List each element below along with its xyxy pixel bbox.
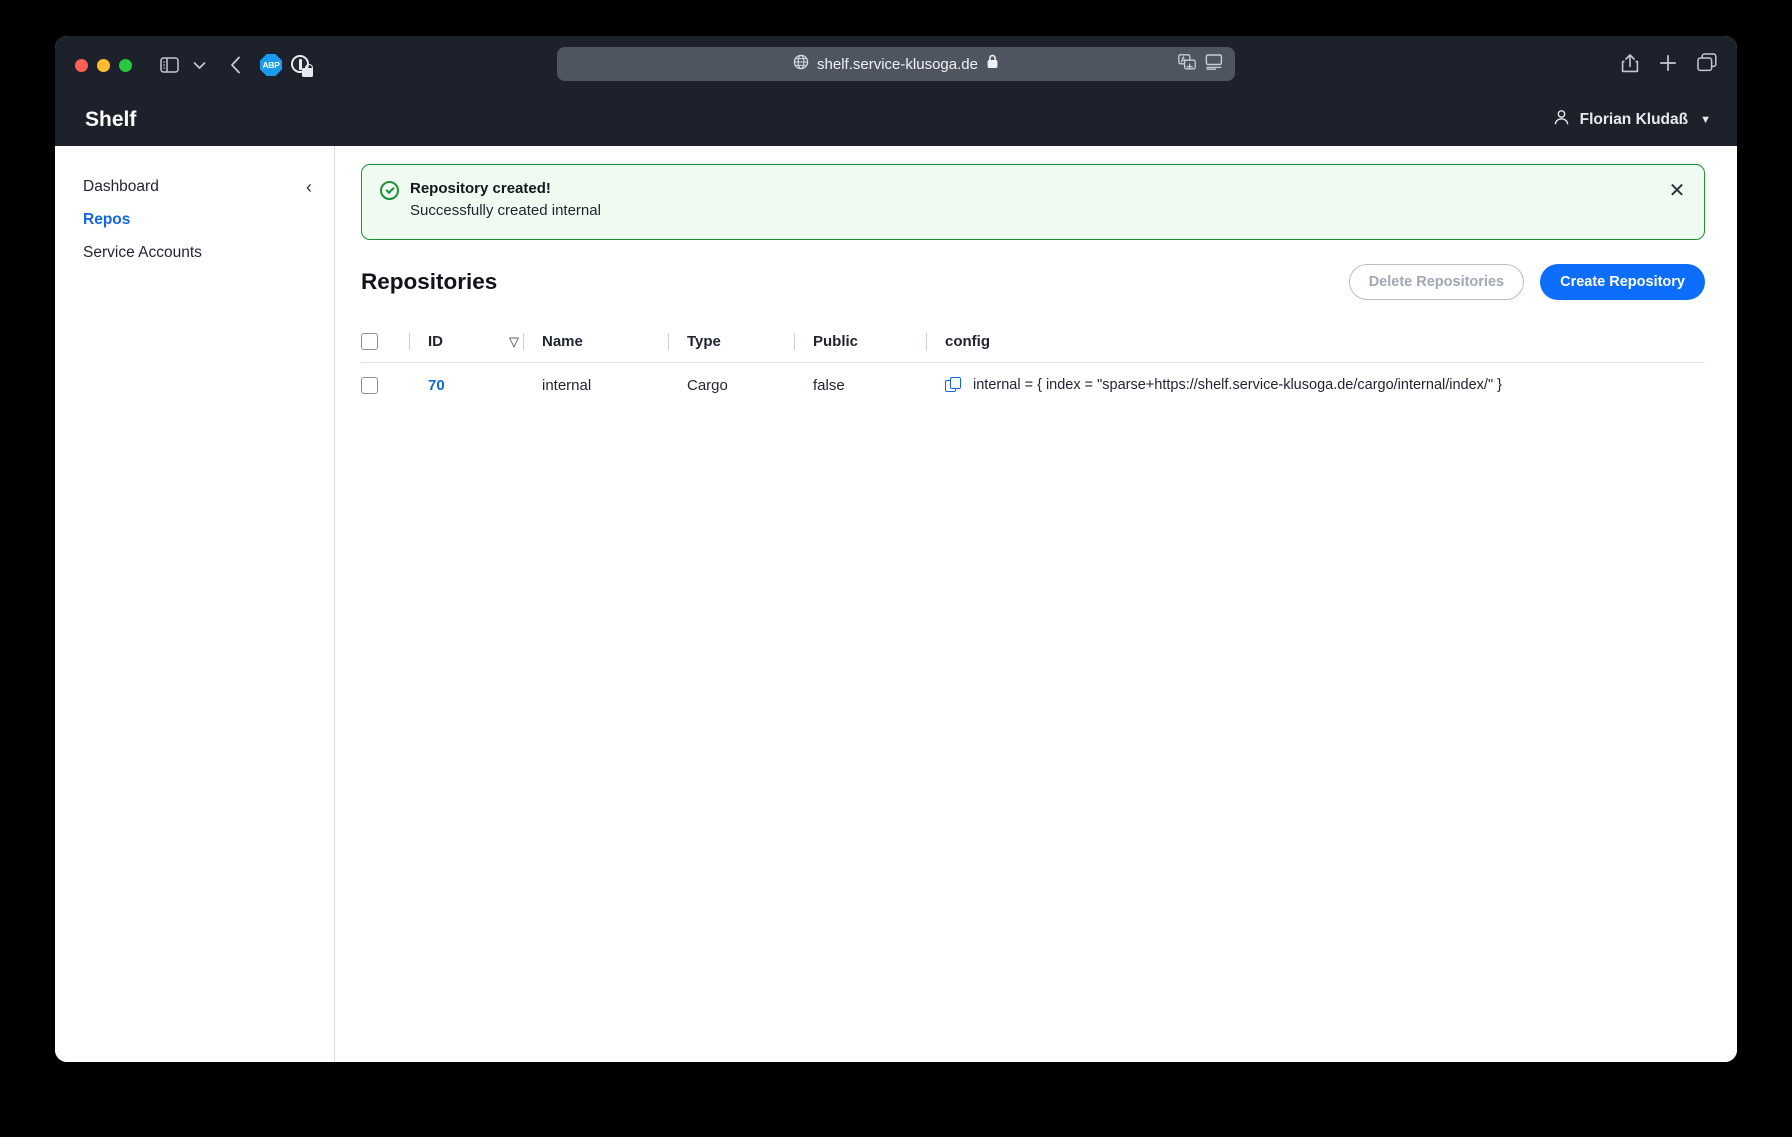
sidebar-toggle-icon[interactable]	[154, 50, 184, 80]
column-divider	[523, 333, 524, 351]
page-title-row: Repositories Delete Repositories Create …	[361, 263, 1705, 300]
row-spacer	[794, 377, 795, 394]
sidebar: Dashboard ‹ Repos Service Accounts	[55, 146, 335, 1062]
person-icon	[1553, 109, 1570, 131]
cell-config: internal = { index = "sparse+https://she…	[945, 376, 1705, 394]
column-header-id[interactable]: ID ▽	[428, 333, 523, 350]
abp-label: ABP	[260, 54, 282, 76]
create-repository-button[interactable]: Create Repository	[1540, 263, 1705, 300]
cell-name: internal	[542, 376, 592, 394]
back-arrow-icon[interactable]	[220, 50, 250, 80]
reader-view-icon[interactable]	[1205, 53, 1223, 75]
success-alert-banner: Repository created! Successfully created…	[361, 164, 1705, 240]
sidebar-collapse-icon[interactable]: ‹	[306, 178, 312, 196]
tab-overview-icon[interactable]	[1697, 53, 1717, 77]
row-spacer	[409, 377, 410, 394]
column-header-public[interactable]: Public	[813, 333, 926, 351]
browser-actions	[1621, 36, 1717, 94]
table-header-row: ID ▽ Name Type Public config	[361, 322, 1705, 362]
column-header-type[interactable]: Type	[687, 333, 794, 351]
globe-icon	[793, 54, 809, 75]
user-menu[interactable]: Florian Kludaß ▼	[1553, 109, 1711, 131]
adblock-plus-extension-icon[interactable]: ABP	[256, 50, 286, 80]
privacy-shield-extension-icon[interactable]	[286, 50, 316, 80]
page-actions: Delete Repositories Create Repository	[1348, 263, 1705, 300]
column-header-label: Type	[687, 332, 721, 350]
app-title: Shelf	[85, 108, 137, 131]
window-controls	[75, 58, 132, 72]
column-header-config[interactable]: config	[945, 333, 1705, 350]
plus-icon[interactable]	[1659, 54, 1677, 77]
column-divider	[409, 333, 410, 351]
sidebar-item-dashboard[interactable]: Dashboard ‹	[55, 170, 334, 203]
cell-type: Cargo	[687, 376, 728, 394]
address-bar[interactable]: shelf.service-klusoga.de	[557, 47, 1235, 81]
row-spacer	[926, 377, 927, 394]
cell-public: false	[813, 376, 845, 394]
app-header: Shelf Florian Kludaß ▼	[55, 94, 1737, 146]
cell-id: 70	[428, 377, 523, 394]
copy-icon[interactable]	[945, 376, 962, 394]
check-circle-icon	[380, 181, 399, 200]
user-menu-caret: ▼	[1700, 114, 1711, 126]
close-icon[interactable]: ✕	[1666, 180, 1688, 202]
browser-window: ABP shelf.service-klusoga.de Shelf Flori…	[55, 36, 1737, 1062]
app-body: Dashboard ‹ Repos Service Accounts Repos…	[55, 146, 1737, 1062]
translate-icon[interactable]	[1178, 53, 1196, 75]
sort-descending-icon[interactable]: ▽	[509, 334, 519, 350]
column-header-label: ID	[428, 333, 443, 351]
column-header-name[interactable]: Name	[542, 333, 668, 351]
table-row: 70 internal Cargo false internal = { ind…	[361, 361, 1705, 408]
alert-message: Successfully created internal	[410, 202, 601, 220]
column-divider	[926, 333, 927, 351]
close-window-button[interactable]	[75, 58, 88, 72]
lock-icon	[986, 54, 999, 74]
column-divider	[794, 333, 795, 351]
select-all-checkbox[interactable]	[361, 333, 378, 351]
sidebar-item-repos[interactable]: Repos	[55, 203, 334, 236]
row-spacer	[668, 377, 669, 394]
share-icon[interactable]	[1621, 53, 1639, 78]
repository-id-link[interactable]: 70	[428, 377, 445, 394]
minimize-window-button[interactable]	[97, 58, 110, 72]
page-title: Repositories	[361, 268, 498, 294]
column-header-label: Name	[542, 332, 583, 350]
sidebar-item-label: Dashboard	[83, 177, 159, 195]
repositories-table: ID ▽ Name Type Public config 70 internal…	[361, 322, 1705, 408]
column-divider	[668, 333, 669, 351]
delete-repositories-button[interactable]: Delete Repositories	[1348, 263, 1525, 300]
address-bar-url: shelf.service-klusoga.de	[817, 55, 978, 73]
sidebar-item-label: Service Accounts	[83, 243, 202, 261]
column-header-label: Public	[813, 332, 859, 350]
row-spacer	[523, 377, 524, 394]
select-all-checkbox-cell[interactable]	[361, 333, 409, 351]
browser-toolbar: ABP shelf.service-klusoga.de	[55, 36, 1737, 94]
sidebar-item-label: Repos	[83, 210, 131, 228]
config-value: internal = { index = "sparse+https://she…	[973, 377, 1502, 394]
sidebar-item-service-accounts[interactable]: Service Accounts	[55, 236, 334, 269]
row-checkbox-cell[interactable]	[361, 376, 409, 394]
alert-title: Repository created!	[410, 180, 551, 197]
chevron-down-icon[interactable]	[184, 50, 214, 80]
column-header-label: config	[945, 333, 990, 351]
maximize-window-button[interactable]	[119, 58, 132, 72]
main-content: Repository created! Successfully created…	[335, 146, 1737, 1062]
row-checkbox[interactable]	[361, 376, 378, 394]
user-name: Florian Kludaß	[1579, 111, 1689, 128]
